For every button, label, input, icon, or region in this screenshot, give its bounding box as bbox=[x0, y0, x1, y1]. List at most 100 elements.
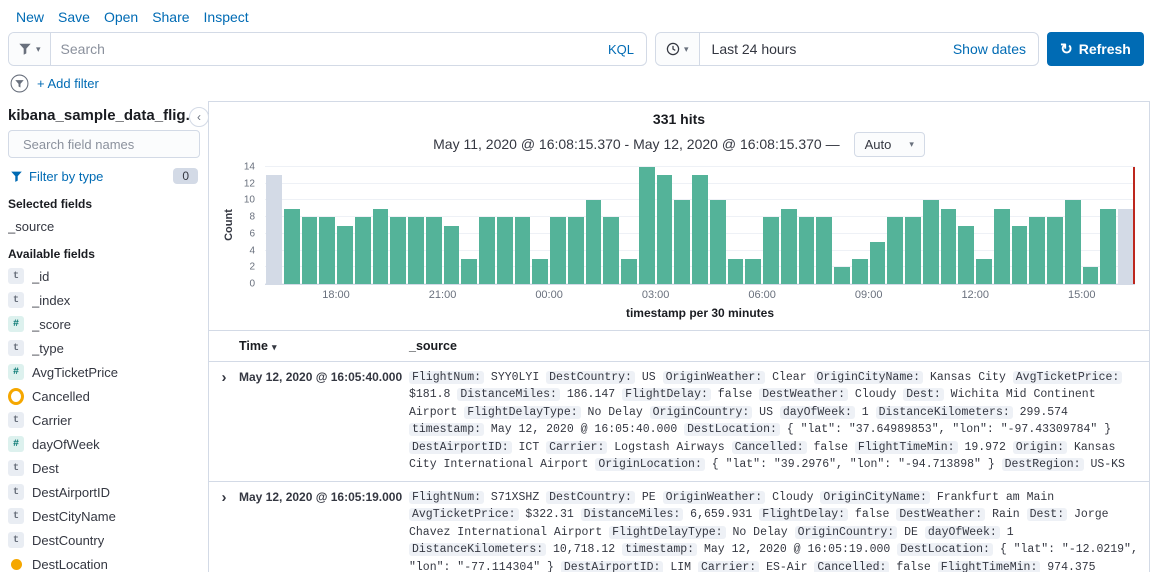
time-picker-quick-menu-button[interactable]: ▾ bbox=[656, 33, 700, 65]
field-item-_index[interactable]: t_index bbox=[0, 288, 208, 312]
collapse-sidebar-button[interactable]: ‹ bbox=[189, 107, 209, 127]
saved-query-filter-icon bbox=[18, 42, 32, 56]
time-range-value[interactable]: Last 24 hours bbox=[700, 41, 953, 57]
timestamp-axis-label: timestamp per 30 minutes bbox=[265, 306, 1135, 320]
x-tick-label: 12:00 bbox=[961, 289, 989, 301]
source-field-name: OriginLocation: bbox=[595, 458, 705, 471]
field-search-input[interactable] bbox=[23, 137, 199, 152]
source-field-name: AvgTicketPrice: bbox=[409, 508, 519, 521]
doc-table-header: Time▾ _source bbox=[209, 331, 1149, 362]
histogram-bar bbox=[674, 200, 690, 284]
source-field-name: DestAirportID: bbox=[409, 441, 512, 454]
field-item-_score[interactable]: #_score bbox=[0, 312, 208, 336]
source-field-name: DestRegion: bbox=[1002, 458, 1084, 471]
histogram-bar bbox=[550, 217, 566, 284]
field-item-DestLocation[interactable]: DestLocation bbox=[0, 552, 208, 572]
expand-row-button[interactable]: › bbox=[222, 369, 227, 386]
chevron-down-icon: ▾ bbox=[909, 140, 914, 149]
field-item-DestCountry[interactable]: tDestCountry bbox=[0, 528, 208, 552]
nav-item-save[interactable]: Save bbox=[58, 9, 90, 25]
field-item-AvgTicketPrice[interactable]: #AvgTicketPrice bbox=[0, 360, 208, 384]
search-input-group: ▾ KQL bbox=[8, 32, 647, 66]
nav-item-share[interactable]: Share bbox=[152, 9, 189, 25]
source-field-name: timestamp: bbox=[622, 543, 697, 556]
source-cell: FlightNum: SYY0LYI DestCountry: US Origi… bbox=[409, 369, 1149, 474]
chevron-down-icon: ▾ bbox=[684, 45, 689, 54]
histogram-bar bbox=[905, 217, 921, 284]
source-field-name: DestCountry: bbox=[546, 491, 635, 504]
histogram-bar bbox=[692, 175, 708, 284]
histogram-bar bbox=[1029, 217, 1045, 284]
field-name: DestCityName bbox=[32, 509, 116, 524]
histogram-bar bbox=[302, 217, 318, 284]
field-item-dayOfWeek[interactable]: #dayOfWeek bbox=[0, 432, 208, 456]
source-column-header: _source bbox=[409, 339, 1149, 353]
histogram-bar bbox=[284, 209, 300, 284]
field-name: _id bbox=[32, 269, 49, 284]
source-field-name: timestamp: bbox=[409, 423, 484, 436]
nav-item-open[interactable]: Open bbox=[104, 9, 138, 25]
x-tick-label: 15:00 bbox=[1068, 289, 1096, 301]
saved-query-menu-button[interactable]: ▾ bbox=[9, 33, 51, 65]
source-field-name: OriginCountry: bbox=[795, 526, 898, 539]
source-field-name: OriginCityName: bbox=[820, 491, 930, 504]
nav-item-inspect[interactable]: Inspect bbox=[204, 9, 249, 25]
kql-button[interactable]: KQL bbox=[596, 33, 646, 65]
field-item-_type[interactable]: t _type bbox=[0, 336, 208, 360]
y-tick-label: 0 bbox=[249, 279, 255, 290]
fields-sidebar: kibana_sample_data_flig... ▾ ‹ Filter by… bbox=[0, 101, 208, 572]
histogram-bar bbox=[390, 217, 406, 284]
histogram-bar bbox=[852, 259, 868, 284]
filter-by-type-button[interactable]: Filter by type 0 bbox=[8, 164, 200, 188]
index-pattern-selector[interactable]: kibana_sample_data_flig... bbox=[8, 107, 198, 124]
filter-bar: + Add filter bbox=[0, 72, 1152, 101]
field-item-Cancelled[interactable]: Cancelled bbox=[0, 384, 208, 408]
source-field-name: OriginWeather: bbox=[663, 371, 766, 384]
show-dates-link[interactable]: Show dates bbox=[953, 41, 1038, 57]
query-bar: ▾ KQL ▾ Last 24 hours Show dates ↻ Refre… bbox=[0, 30, 1152, 72]
field-name: Dest bbox=[32, 461, 59, 476]
add-filter-link[interactable]: + Add filter bbox=[37, 76, 99, 91]
field-name: _type bbox=[32, 341, 64, 356]
string-field-type-icon: t bbox=[8, 292, 24, 308]
nav-item-new[interactable]: New bbox=[16, 9, 44, 25]
available-fields-header: Available fields bbox=[8, 247, 200, 261]
y-tick-label: 6 bbox=[249, 228, 255, 239]
time-column-header[interactable]: Time▾ bbox=[239, 339, 409, 353]
source-field-name: FlightNum: bbox=[409, 491, 484, 504]
source-field-name: DistanceMiles: bbox=[581, 508, 684, 521]
time-picker: ▾ Last 24 hours Show dates bbox=[655, 32, 1039, 66]
histogram-bar bbox=[887, 217, 903, 284]
field-item-DestCityName[interactable]: tDestCityName bbox=[0, 504, 208, 528]
source-field-name: dayOfWeek: bbox=[780, 406, 855, 419]
interval-select[interactable]: Auto ▾ bbox=[854, 132, 925, 157]
source-field-name: Carrier: bbox=[698, 561, 759, 572]
histogram-bar bbox=[355, 217, 371, 284]
histogram-bar bbox=[976, 259, 992, 284]
histogram-bar bbox=[603, 217, 619, 284]
change-all-filters-button[interactable] bbox=[10, 74, 29, 93]
field-item-_id[interactable]: t_id bbox=[0, 264, 208, 288]
histogram-bar bbox=[958, 226, 974, 285]
filter-circle-icon bbox=[10, 74, 29, 93]
histogram-bar bbox=[319, 217, 335, 284]
doc-table-body: ›May 12, 2020 @ 16:05:40.000FlightNum: S… bbox=[209, 362, 1149, 572]
histogram-header: May 11, 2020 @ 16:08:15.370 - May 12, 20… bbox=[209, 131, 1149, 157]
y-tick-label: 8 bbox=[249, 212, 255, 223]
source-field-name: DestCountry: bbox=[546, 371, 635, 384]
expand-row-button[interactable]: › bbox=[222, 489, 227, 506]
histogram-plot[interactable]: 02468101214 bbox=[265, 167, 1135, 285]
source-field-name: FlightTimeMin: bbox=[855, 441, 958, 454]
field-item-Carrier[interactable]: tCarrier bbox=[0, 408, 208, 432]
field-item-DestAirportID[interactable]: tDestAirportID bbox=[0, 480, 208, 504]
field-item-Dest[interactable]: tDest bbox=[0, 456, 208, 480]
histogram-bar bbox=[515, 217, 531, 284]
source-field-name: FlightDelay: bbox=[759, 508, 848, 521]
chevron-down-icon: ▾ bbox=[36, 45, 41, 54]
field-item-source[interactable]: _source bbox=[0, 214, 208, 238]
string-field-type-icon: t bbox=[8, 340, 24, 356]
histogram-bar bbox=[1012, 226, 1028, 285]
search-input[interactable] bbox=[51, 33, 596, 65]
refresh-button[interactable]: ↻ Refresh bbox=[1047, 32, 1144, 66]
source-field-name: FlightDelayType: bbox=[609, 526, 725, 539]
